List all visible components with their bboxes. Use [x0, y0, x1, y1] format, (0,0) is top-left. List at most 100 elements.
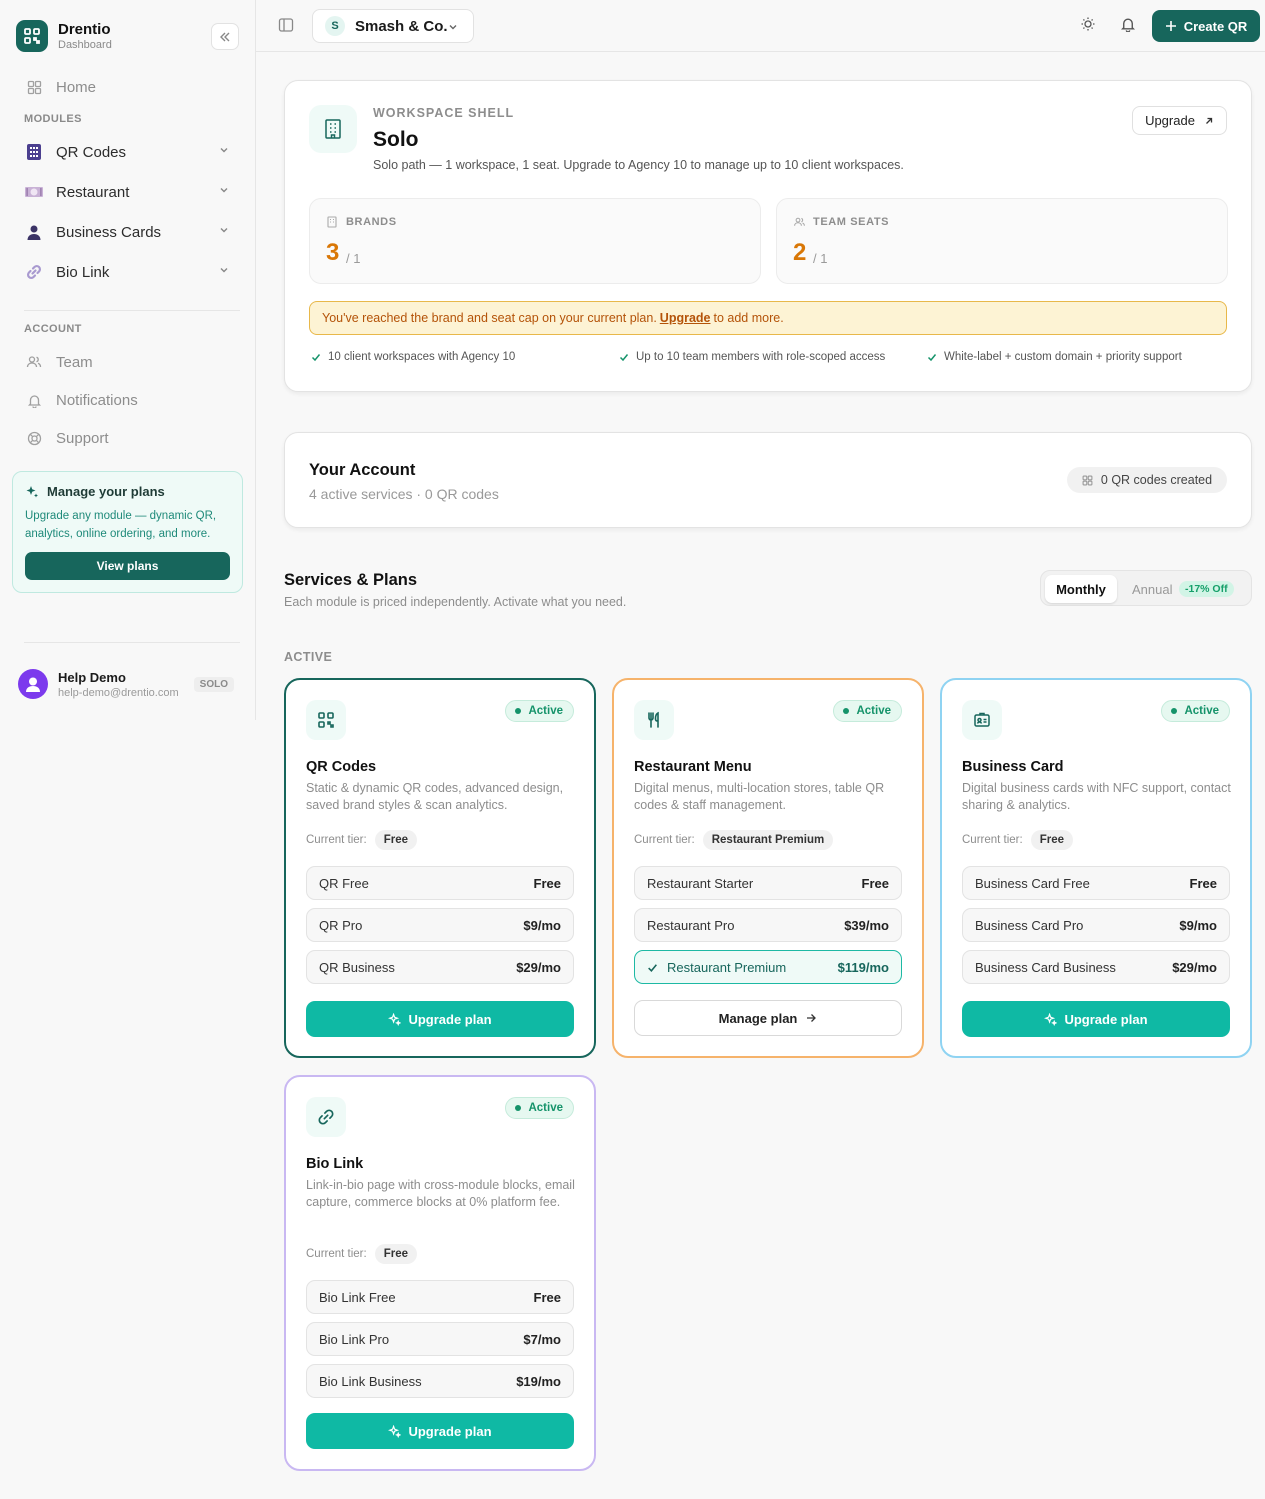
- workspace-selector[interactable]: S Smash & Co.: [312, 9, 474, 43]
- account-section-label: ACCOUNT: [24, 323, 82, 335]
- team-seats-stat: TEAM SEATS 2 / 1: [776, 198, 1228, 284]
- module-desc: Link-in-bio page with cross-module block…: [306, 1178, 575, 1209]
- sidebar-item-notifications[interactable]: Notifications: [24, 385, 236, 415]
- person-icon: [24, 222, 44, 242]
- arrow-right-icon: [807, 1014, 817, 1022]
- chevrons-left-icon: [220, 32, 230, 41]
- sidebar-item-label: Home: [56, 78, 97, 96]
- collapse-sidebar-button[interactable]: [211, 23, 239, 50]
- plan-option[interactable]: Business Card Business $29/mo: [962, 950, 1230, 984]
- qr-logo-icon: [16, 20, 48, 52]
- tier-pill: Free: [1030, 830, 1074, 850]
- chevron-down-icon: [220, 188, 228, 193]
- sidebar-item-support[interactable]: Support: [24, 423, 236, 453]
- sparkles-icon: [1044, 1012, 1058, 1026]
- upgrade-plan-button[interactable]: Upgrade plan: [306, 1001, 574, 1037]
- module-title: Bio Link: [306, 1156, 364, 1172]
- manage-plan-button[interactable]: Manage plan: [634, 1000, 902, 1036]
- sidebar-item-qr-codes[interactable]: QR Codes: [24, 137, 236, 167]
- cap-alert: You've reached the brand and seat cap on…: [309, 301, 1227, 335]
- current-tier: Current tier: Free: [962, 830, 1074, 850]
- id-badge-icon: [962, 700, 1002, 740]
- alert-upgrade-link[interactable]: Upgrade: [660, 311, 711, 325]
- upgrade-button[interactable]: Upgrade: [1132, 106, 1227, 135]
- plan-option[interactable]: QR Free Free: [306, 866, 574, 900]
- upgrade-plan-button[interactable]: Upgrade plan: [306, 1413, 574, 1449]
- brands-limit: / 1: [346, 251, 361, 266]
- status-badge: Active: [833, 700, 902, 722]
- annual-discount-badge: -17% Off: [1179, 581, 1234, 597]
- sidebar-item-team[interactable]: Team: [24, 347, 236, 377]
- billing-annual-option[interactable]: Annual: [1132, 582, 1172, 597]
- sidebar-divider: [24, 642, 240, 643]
- feature-item: Up to 10 team members with role-scoped a…: [619, 351, 885, 363]
- plan-option-current[interactable]: Restaurant Premium $119/mo: [634, 950, 902, 984]
- sidebar-item-label: Restaurant: [56, 183, 130, 201]
- plan-option[interactable]: Restaurant Starter Free: [634, 866, 902, 900]
- sidebar-item-restaurant[interactable]: Restaurant: [24, 177, 236, 207]
- account-summary: 4 active services · 0 QR codes: [309, 486, 499, 502]
- workspace-desc: Solo path — 1 workspace, 1 seat. Upgrade…: [373, 158, 904, 172]
- chevron-down-icon: [220, 228, 228, 233]
- theme-toggle-button[interactable]: [1080, 16, 1096, 35]
- module-desc: Digital business cards with NFC support,…: [962, 781, 1231, 812]
- status-badge: Active: [1161, 700, 1230, 722]
- team-seats-label: TEAM SEATS: [813, 216, 890, 228]
- check-icon: [619, 354, 629, 362]
- view-plans-button[interactable]: View plans: [25, 552, 230, 580]
- chevron-down-icon: [220, 148, 228, 153]
- services-title: Services & Plans: [284, 571, 417, 589]
- building-icon: [309, 105, 357, 153]
- notifications-button[interactable]: [1120, 16, 1136, 35]
- upgrade-plan-button[interactable]: Upgrade plan: [962, 1001, 1230, 1037]
- users-icon: [794, 217, 805, 226]
- account-title: Your Account: [309, 461, 416, 479]
- sparkles-icon: [388, 1424, 402, 1438]
- arrow-up-right-icon: [1205, 117, 1213, 124]
- workspace-eyebrow: WORKSPACE SHELL: [373, 106, 515, 120]
- plan-badge: SOLO: [193, 677, 234, 692]
- workspace-shell-card: WORKSPACE SHELL Solo Solo path — 1 works…: [284, 80, 1252, 392]
- plan-option[interactable]: Bio Link Business $19/mo: [306, 1364, 574, 1398]
- create-qr-button[interactable]: Create QR: [1152, 10, 1260, 42]
- sparkles-icon: [26, 485, 38, 497]
- plan-option[interactable]: QR Pro $9/mo: [306, 908, 574, 942]
- your-account-card: Your Account 4 active services · 0 QR co…: [284, 432, 1252, 528]
- link-icon: [306, 1097, 346, 1137]
- feature-item: White-label + custom domain + priority s…: [927, 351, 1182, 363]
- toggle-sidebar-button[interactable]: [278, 17, 294, 36]
- plan-option[interactable]: Bio Link Pro $7/mo: [306, 1322, 574, 1356]
- fork-knife-icon: [634, 700, 674, 740]
- building-icon: [327, 216, 337, 228]
- billing-toggle: Monthly Annual -17% Off: [1040, 570, 1252, 606]
- plan-option[interactable]: Restaurant Pro $39/mo: [634, 908, 902, 942]
- plan-option[interactable]: QR Business $29/mo: [306, 950, 574, 984]
- sidebar-item-label: Business Cards: [56, 223, 162, 241]
- sidebar-item-bio-link[interactable]: Bio Link: [24, 257, 236, 287]
- sidebar-item-label: Notifications: [56, 391, 138, 409]
- sidebar-item-label: Bio Link: [56, 263, 110, 281]
- chevron-down-icon: [449, 25, 457, 30]
- plus-icon: [1165, 21, 1176, 31]
- module-card-qr-codes: Active QR Codes Static & dynamic QR code…: [284, 678, 596, 1058]
- check-icon: [311, 354, 321, 362]
- workspace-plan-title: Solo: [373, 128, 419, 151]
- plan-option[interactable]: Business Card Pro $9/mo: [962, 908, 1230, 942]
- brand[interactable]: Drentio Dashboard: [16, 20, 112, 52]
- plan-option[interactable]: Bio Link Free Free: [306, 1280, 574, 1314]
- sidebar-item-home[interactable]: Home: [24, 72, 236, 102]
- sidebar-item-business-cards[interactable]: Business Cards: [24, 217, 236, 247]
- brands-label: BRANDS: [346, 216, 397, 228]
- module-desc: Digital menus, multi-location stores, ta…: [634, 781, 885, 812]
- topbar: S Smash & Co. Create QR: [256, 0, 1265, 52]
- sidebar-item-label: Team: [56, 353, 93, 371]
- plan-option[interactable]: Business Card Free Free: [962, 866, 1230, 900]
- alert-text: You've reached the brand and seat cap on…: [322, 311, 657, 325]
- billing-monthly-option[interactable]: Monthly: [1045, 575, 1117, 603]
- user-profile[interactable]: Help Demo help-demo@drentio.com SOLO: [18, 668, 238, 700]
- link-icon: [24, 262, 44, 282]
- services-subtitle: Each module is priced independently. Act…: [284, 595, 627, 609]
- tier-pill: Free: [374, 830, 418, 850]
- user-email: help-demo@drentio.com: [58, 686, 179, 699]
- workspace-initial: S: [325, 16, 345, 36]
